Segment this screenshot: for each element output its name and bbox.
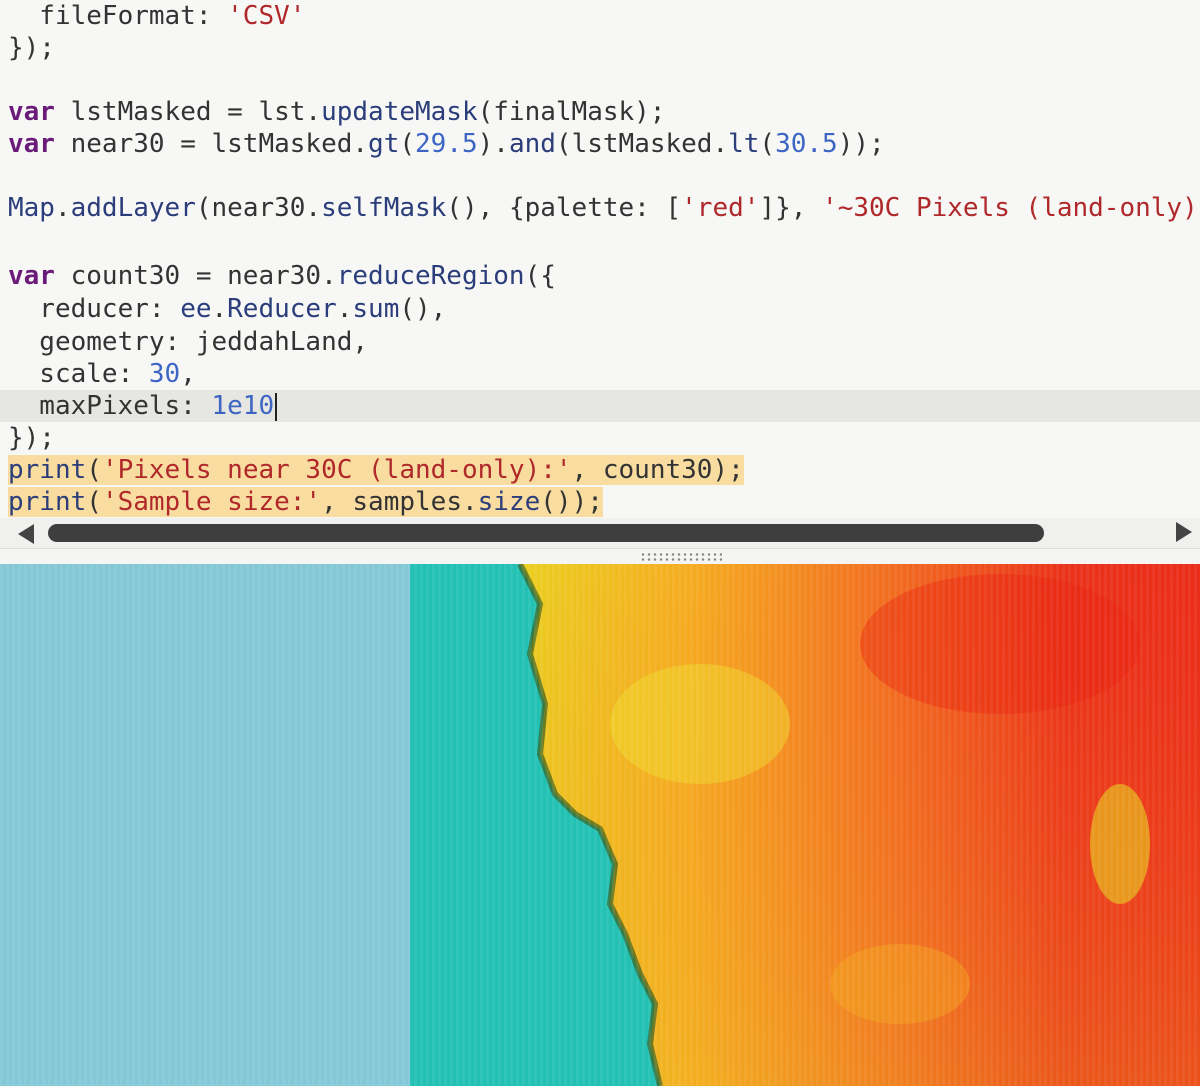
code-token: . — [211, 294, 228, 324]
code-token: scale: — [8, 359, 149, 389]
code-text: var near30 = lstMasked.gt(29.5).and(lstM… — [8, 129, 885, 159]
code-token: selfMask — [321, 193, 447, 223]
code-line-9[interactable]: var count30 = near30.reduceRegion({ — [8, 260, 556, 292]
scrollbar-thumb[interactable] — [48, 524, 1044, 542]
code-token: ( — [86, 455, 102, 485]
code-line-10[interactable]: reducer: ee.Reducer.sum(), — [8, 293, 446, 325]
code-token: (finalMask); — [477, 97, 666, 127]
code-text: geometry: jeddahLand, — [8, 327, 368, 357]
code-token: , samples. — [321, 487, 478, 517]
code-line-5[interactable]: var near30 = lstMasked.gt(29.5).and(lstM… — [8, 128, 885, 160]
code-token: , — [180, 359, 196, 389]
code-token: lt — [728, 129, 760, 159]
code-token: geometry: jeddahLand, — [8, 327, 369, 357]
screen-moire — [0, 564, 1200, 1086]
triangle-right-icon[interactable] — [1176, 522, 1192, 542]
code-token: '~30C Pixels (land-only)' — [822, 193, 1200, 223]
code-line-12[interactable]: scale: 30, — [8, 358, 196, 390]
code-token: ). — [477, 129, 509, 159]
code-token: 'red' — [681, 193, 760, 223]
code-token: updateMask — [321, 97, 478, 127]
code-text: var count30 = near30.reduceRegion({ — [8, 261, 556, 291]
code-text: }); — [8, 33, 55, 63]
triangle-left-icon[interactable] — [18, 524, 34, 544]
code-token: print — [8, 455, 87, 485]
code-line-15[interactable]: print('Pixels near 30C (land-only):', co… — [8, 454, 744, 486]
code-line-1[interactable]: fileFormat: 'CSV' — [8, 0, 305, 32]
code-token: maxPixels: — [8, 391, 212, 421]
horizontal-scrollbar[interactable] — [0, 518, 1200, 548]
code-text: }); — [8, 423, 55, 453]
code-text: reducer: ee.Reducer.sum(), — [8, 294, 446, 324]
code-token: 'Sample size:' — [101, 487, 322, 517]
code-token: Map — [8, 193, 55, 223]
code-token: 29.5 — [415, 129, 478, 159]
code-text: fileFormat: 'CSV' — [8, 1, 305, 31]
code-line-2[interactable]: }); — [8, 32, 55, 64]
code-token: 30.5 — [775, 129, 838, 159]
code-token: }); — [8, 423, 55, 453]
code-token: 30 — [148, 359, 181, 389]
code-token: addLayer — [70, 193, 196, 223]
code-text: Map.addLayer(near30.selfMask(), {palette… — [8, 193, 1200, 223]
code-token: sum — [352, 294, 400, 324]
code-line-4[interactable]: var lstMasked = lst.updateMask(finalMask… — [8, 96, 665, 128]
code-token: fileFormat: — [8, 1, 228, 31]
code-token: ( — [86, 487, 102, 517]
code-text: print('Sample size:', samples.size()); — [8, 487, 603, 517]
code-token: near30 = lstMasked. — [54, 129, 369, 159]
code-token: gt — [368, 129, 400, 159]
code-token: var — [8, 261, 55, 291]
code-token: reduceRegion — [336, 261, 525, 291]
code-text: maxPixels: 1e10 — [8, 391, 274, 421]
code-token: size — [477, 487, 541, 517]
code-token: 'CSV' — [227, 1, 306, 31]
code-token: Reducer — [227, 294, 337, 324]
panel-splitter[interactable] — [0, 548, 1200, 564]
code-editor[interactable]: fileFormat: 'CSV' }); var lstMasked = ls… — [0, 0, 1200, 520]
code-token: }); — [8, 33, 55, 63]
code-token: 1e10 — [211, 391, 275, 421]
code-token: lstMasked = lst. — [54, 97, 322, 127]
code-line-16[interactable]: print('Sample size:', samples.size()); — [8, 486, 603, 518]
code-line-13-active[interactable]: maxPixels: 1e10 — [0, 390, 1200, 422]
code-token: ()); — [540, 487, 603, 517]
code-line-11[interactable]: geometry: jeddahLand, — [8, 326, 368, 358]
code-text: var lstMasked = lst.updateMask(finalMask… — [8, 97, 665, 127]
code-line-7[interactable]: Map.addLayer(near30.selfMask(), {palette… — [8, 192, 1200, 224]
code-token: 'Pixels near 30C (land-only):' — [101, 455, 572, 485]
code-token: var — [8, 97, 55, 127]
code-token: ( — [759, 129, 776, 159]
grip-dots-icon[interactable] — [640, 552, 722, 562]
code-text: print('Pixels near 30C (land-only):', co… — [8, 455, 744, 485]
code-token: var — [8, 129, 55, 159]
code-line-14[interactable]: }); — [8, 422, 55, 454]
code-token: ( — [399, 129, 416, 159]
text-cursor — [275, 392, 278, 421]
code-token: print — [8, 487, 87, 517]
code-token: (), — [399, 294, 447, 324]
code-token: (), {palette: [ — [446, 193, 682, 223]
code-text: scale: 30, — [8, 359, 196, 389]
code-token: (near30. — [195, 193, 322, 223]
code-token: . — [336, 294, 353, 324]
code-token: reducer: — [8, 294, 181, 324]
lst-map-layer — [0, 564, 1200, 1086]
code-token: and — [508, 129, 556, 159]
code-token: ee — [180, 294, 212, 324]
code-token: , count30); — [571, 455, 744, 485]
map-view[interactable] — [0, 564, 1200, 1086]
code-token: count30 = near30. — [54, 261, 337, 291]
code-token: ({ — [524, 261, 556, 291]
code-token: . — [54, 193, 71, 223]
code-token: (lstMasked. — [555, 129, 729, 159]
code-token: )); — [837, 129, 885, 159]
code-token: ]}, — [759, 193, 823, 223]
